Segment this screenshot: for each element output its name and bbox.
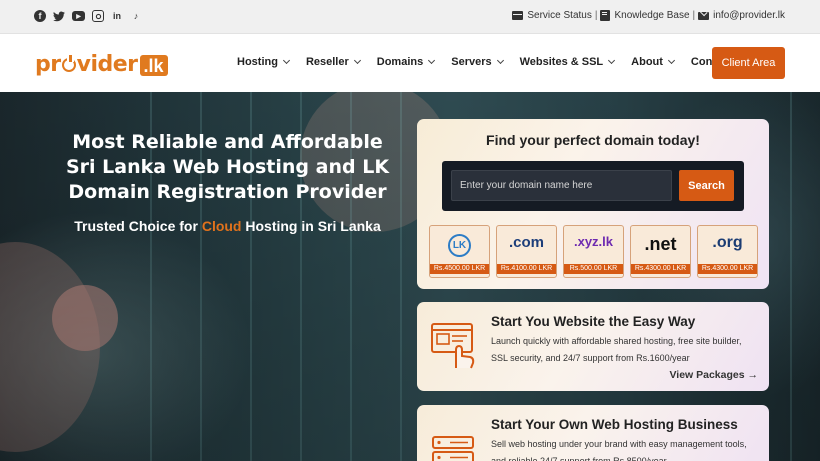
server-icon <box>512 11 524 20</box>
knowledge-base-link[interactable]: Knowledge Base <box>600 10 690 21</box>
service-status-label: Service Status <box>527 10 592 21</box>
feature-description: Sell web hosting under your brand with e… <box>491 439 747 461</box>
feature-description: Launch quickly with affordable shared ho… <box>491 336 742 363</box>
tld-list: LK Rs.4500.00 LKR .com Rs.4100.00 LKR .x… <box>429 225 758 278</box>
book-icon <box>600 10 611 21</box>
feature-title: Start You Website the Easy Way <box>491 314 696 329</box>
chevron-down-icon <box>428 56 436 65</box>
tiktok-icon[interactable]: ♪ <box>130 10 142 22</box>
nav-label: Hosting <box>237 56 278 68</box>
nav-label: Servers <box>451 56 492 68</box>
nav-label: About <box>631 56 663 68</box>
tld-card-net[interactable]: .net Rs.4300.00 LKR <box>630 225 691 278</box>
tld-price: Rs.4500.00 LKR <box>430 264 489 274</box>
email-label: info@provider.lk <box>713 10 785 21</box>
hero-subtitle-highlight: Cloud <box>201 218 242 234</box>
domain-search-title: Find your perfect domain today! <box>486 132 700 148</box>
nav-item-servers[interactable]: Servers <box>451 56 504 68</box>
hero-subtitle: Trusted Choice for Cloud Hosting in Sri … <box>60 218 395 234</box>
tld-price: Rs.4100.00 LKR <box>497 264 556 274</box>
linkedin-icon[interactable]: in <box>111 10 123 22</box>
top-bar: f ▶ in ♪ Service Status | Knowledge Base… <box>0 0 820 34</box>
client-area-button[interactable]: Client Area <box>712 47 785 79</box>
hero-subtitle-text: Trusted Choice for <box>74 218 202 234</box>
mail-icon <box>698 11 710 20</box>
nav-label: Domains <box>376 56 424 68</box>
hero-section: Most Reliable and Affordable Sri Lanka W… <box>0 92 820 461</box>
instagram-icon[interactable] <box>92 10 104 22</box>
feature-card-website: Start You Website the Easy Way Launch qu… <box>417 302 769 391</box>
hero-subtitle-text: Hosting in Sri Lanka <box>241 218 381 234</box>
tld-price: Rs.500.00 LKR <box>564 264 623 274</box>
tld-price: Rs.4300.00 LKR <box>631 264 690 274</box>
chevron-down-icon <box>667 56 675 65</box>
xyz-lk-logo: .xyz.lk <box>573 234 614 249</box>
lk-logo: LK <box>430 234 489 257</box>
website-click-icon <box>431 323 475 369</box>
view-packages-link[interactable]: View Packages → <box>669 369 758 381</box>
nav-item-about[interactable]: About <box>631 56 675 68</box>
nav-label: Reseller <box>305 56 349 68</box>
tld-card-xyz-lk[interactable]: .xyz.lk Rs.500.00 LKR <box>563 225 624 278</box>
logo-wordmark: pr vider <box>35 52 138 77</box>
facebook-icon[interactable]: f <box>34 10 46 22</box>
separator: | <box>594 10 598 21</box>
social-links: f ▶ in ♪ <box>34 10 142 22</box>
site-logo[interactable]: pr vider .lk <box>35 52 168 76</box>
separator: | <box>692 10 696 21</box>
nav-label: Websites & SSL <box>519 56 604 68</box>
domain-search-input[interactable] <box>451 170 672 201</box>
feature-card-reseller: Start Your Own Web Hosting Business Sell… <box>417 405 769 461</box>
knowledge-base-label: Knowledge Base <box>614 10 690 21</box>
tld-card-org[interactable]: .org Rs.4300.00 LKR <box>697 225 758 278</box>
chevron-down-icon <box>282 56 290 65</box>
tld-card-lk[interactable]: LK Rs.4500.00 LKR <box>429 225 490 278</box>
logo-badge: .lk <box>139 55 168 76</box>
org-logo: .org <box>712 234 743 251</box>
domain-search-form: Search <box>442 161 744 211</box>
youtube-icon[interactable]: ▶ <box>72 11 85 21</box>
chevron-down-icon <box>353 56 361 65</box>
top-links: Service Status | Knowledge Base | info@p… <box>512 10 785 21</box>
service-status-link[interactable]: Service Status <box>512 10 592 21</box>
net-logo: .net <box>644 234 677 254</box>
com-logo: .com <box>508 234 544 251</box>
twitter-icon[interactable] <box>53 10 65 22</box>
tld-price: Rs.4300.00 LKR <box>698 264 757 274</box>
nav-item-hosting[interactable]: Hosting <box>237 56 290 68</box>
main-header: pr vider .lk Hosting Reseller Domains Ser… <box>0 34 820 92</box>
tld-card-com[interactable]: .com Rs.4100.00 LKR <box>496 225 557 278</box>
main-nav: Hosting Reseller Domains Servers Website… <box>237 56 732 68</box>
domain-search-card: Find your perfect domain today! Search L… <box>417 119 769 289</box>
hero-title: Most Reliable and Affordable Sri Lanka W… <box>65 131 390 203</box>
chevron-down-icon <box>608 56 616 65</box>
nav-item-websites-ssl[interactable]: Websites & SSL <box>519 56 616 68</box>
search-button[interactable]: Search <box>679 170 734 201</box>
server-rack-icon <box>432 436 474 461</box>
nav-item-reseller[interactable]: Reseller <box>305 56 361 68</box>
nav-item-domains[interactable]: Domains <box>376 56 436 68</box>
email-link[interactable]: info@provider.lk <box>698 10 785 21</box>
chevron-down-icon <box>496 56 504 65</box>
feature-title: Start Your Own Web Hosting Business <box>491 417 738 432</box>
